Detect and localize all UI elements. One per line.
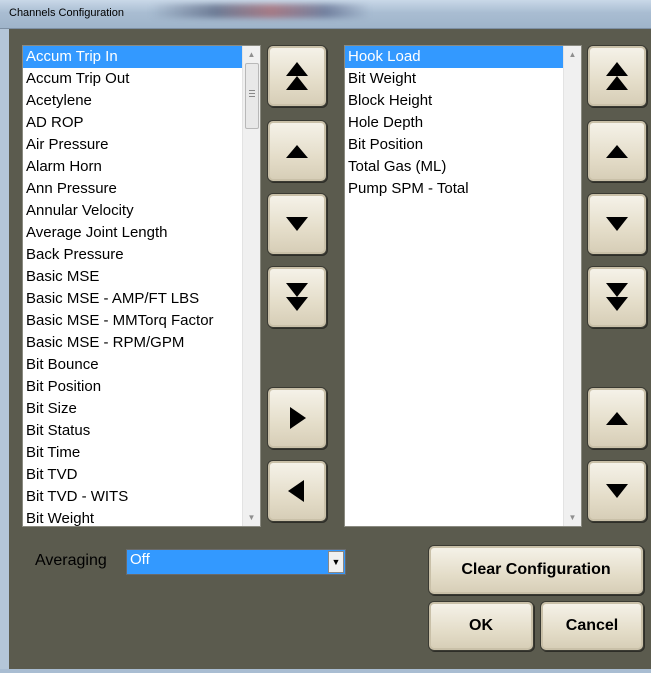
- window-title: Channels Configuration: [9, 7, 124, 19]
- down-triangle-icon: [286, 217, 308, 231]
- cancel-button[interactable]: Cancel: [540, 601, 644, 651]
- up-triangle-icon: [286, 145, 308, 158]
- add-channel-button[interactable]: [267, 387, 327, 449]
- available-channels-items: Accum Trip In Accum Trip Out Acetylene AD R…: [23, 46, 260, 526]
- window-bottom-border: [0, 669, 651, 673]
- down-triangle-icon: [606, 217, 628, 231]
- title-bar[interactable]: Channels Configuration: [0, 0, 651, 29]
- list-item[interactable]: Hole Depth: [345, 112, 581, 134]
- list-item[interactable]: Alarm Horn: [23, 156, 260, 178]
- double-down-triangle-icon: [606, 283, 628, 311]
- configured-channels-items: Hook Load Bit Weight Block Height Hole Dept…: [345, 46, 581, 200]
- left-triangle-icon: [288, 480, 304, 502]
- list-item[interactable]: Air Pressure: [23, 134, 260, 156]
- list-item[interactable]: Accum Trip Out: [23, 68, 260, 90]
- list-item[interactable]: Pump SPM - Total: [345, 178, 581, 200]
- double-down-triangle-icon: [286, 283, 308, 311]
- configured-list-scrollbar[interactable]: ▲ ▼: [563, 46, 581, 526]
- configured-move-top-button[interactable]: [587, 45, 647, 107]
- ok-button[interactable]: OK: [428, 601, 534, 651]
- available-move-top-button[interactable]: [267, 45, 327, 107]
- available-channels-list[interactable]: Accum Trip In Accum Trip Out Acetylene AD R…: [22, 45, 261, 527]
- double-up-triangle-icon: [606, 62, 628, 90]
- list-item[interactable]: Acetylene: [23, 90, 260, 112]
- scroll-down-arrow-icon[interactable]: ▼: [243, 509, 260, 526]
- list-item[interactable]: Bit Position: [345, 134, 581, 156]
- list-item[interactable]: Bit Position: [23, 376, 260, 398]
- list-item[interactable]: Bit Weight: [23, 508, 260, 526]
- list-item[interactable]: Hook Load: [345, 46, 581, 68]
- available-move-up-button[interactable]: [267, 120, 327, 182]
- scrollbar-thumb[interactable]: [245, 63, 259, 129]
- remove-channel-button[interactable]: [267, 460, 327, 522]
- list-item[interactable]: Basic MSE - RPM/GPM: [23, 332, 260, 354]
- configured-move-bottom-button[interactable]: [587, 266, 647, 328]
- list-item[interactable]: Accum Trip In: [23, 46, 260, 68]
- list-item[interactable]: Average Joint Length: [23, 222, 260, 244]
- scroll-up-arrow-icon[interactable]: ▲: [564, 46, 581, 63]
- list-item[interactable]: Annular Velocity: [23, 200, 260, 222]
- list-item[interactable]: Back Pressure: [23, 244, 260, 266]
- right-triangle-icon: [290, 407, 306, 429]
- double-up-triangle-icon: [286, 62, 308, 90]
- list-item[interactable]: Basic MSE: [23, 266, 260, 288]
- chevron-down-icon[interactable]: ▼: [328, 551, 344, 573]
- list-item[interactable]: Basic MSE - MMTorq Factor: [23, 310, 260, 332]
- available-move-bottom-button[interactable]: [267, 266, 327, 328]
- list-item[interactable]: Total Gas (ML): [345, 156, 581, 178]
- list-item[interactable]: Bit Bounce: [23, 354, 260, 376]
- list-item[interactable]: Ann Pressure: [23, 178, 260, 200]
- list-item[interactable]: Bit Weight: [345, 68, 581, 90]
- configured-move-up-button-2[interactable]: [587, 387, 647, 449]
- averaging-selected-value: Off: [130, 551, 150, 568]
- up-triangle-icon: [606, 145, 628, 158]
- window-left-border: [0, 28, 9, 673]
- down-triangle-icon: [606, 484, 628, 498]
- clear-configuration-button[interactable]: Clear Configuration: [428, 545, 644, 595]
- configured-move-down-button-2[interactable]: [587, 460, 647, 522]
- list-item[interactable]: Block Height: [345, 90, 581, 112]
- averaging-label: Averaging: [35, 552, 107, 569]
- list-item[interactable]: AD ROP: [23, 112, 260, 134]
- configured-move-up-button[interactable]: [587, 120, 647, 182]
- list-item[interactable]: Bit TVD - WITS: [23, 486, 260, 508]
- scroll-up-arrow-icon[interactable]: ▲: [243, 46, 260, 63]
- up-triangle-icon: [606, 412, 628, 425]
- list-item[interactable]: Bit Status: [23, 420, 260, 442]
- configured-move-down-button[interactable]: [587, 193, 647, 255]
- available-move-down-button[interactable]: [267, 193, 327, 255]
- list-item[interactable]: Bit Size: [23, 398, 260, 420]
- list-item[interactable]: Bit Time: [23, 442, 260, 464]
- list-item[interactable]: Bit TVD: [23, 464, 260, 486]
- averaging-select[interactable]: Off ▼: [126, 549, 346, 575]
- scroll-down-arrow-icon[interactable]: ▼: [564, 509, 581, 526]
- title-bar-glass-reflection: [150, 4, 370, 18]
- available-list-scrollbar[interactable]: ▲ ▼: [242, 46, 260, 526]
- configured-channels-list[interactable]: Hook Load Bit Weight Block Height Hole Dept…: [344, 45, 582, 527]
- list-item[interactable]: Basic MSE - AMP/FT LBS: [23, 288, 260, 310]
